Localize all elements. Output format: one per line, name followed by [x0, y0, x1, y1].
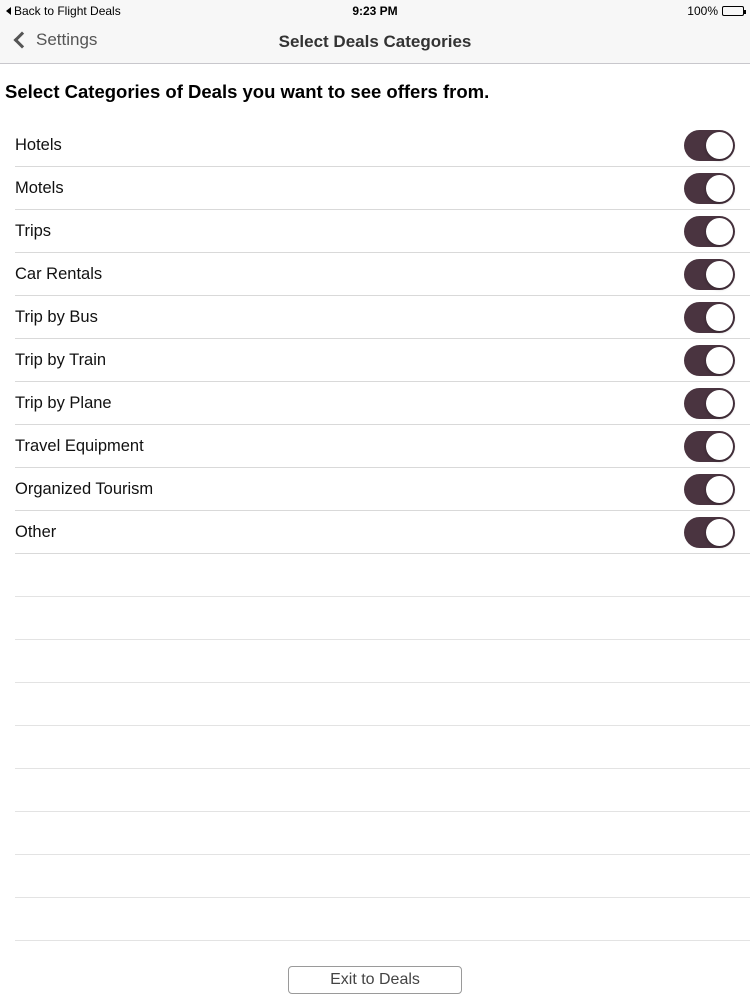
category-row: Other: [15, 511, 750, 554]
category-label: Trips: [15, 221, 52, 240]
page-title: Select Deals Categories: [278, 32, 472, 51]
empty-row: [15, 640, 750, 683]
empty-row: [15, 683, 750, 726]
exit-to-deals-button[interactable]: Exit to Deals: [288, 966, 462, 994]
category-toggle-travel-equipment[interactable]: [684, 430, 735, 462]
category-toggle-motels[interactable]: [684, 172, 735, 204]
category-row: Motels: [15, 167, 750, 210]
category-label: Motels: [15, 178, 64, 197]
category-label: Organized Tourism: [15, 479, 154, 498]
category-toggle-trip-by-bus[interactable]: [684, 301, 735, 333]
toggle-knob: [706, 260, 733, 288]
status-battery: 100%: [687, 4, 746, 18]
category-toggle-trips[interactable]: [684, 215, 735, 247]
category-label: Trip by Plane: [15, 393, 112, 412]
battery-percentage: 100%: [687, 4, 718, 18]
toggle-knob: [706, 174, 733, 202]
toggle-knob: [706, 389, 733, 417]
toggle-knob: [706, 217, 733, 245]
toggle-knob: [706, 518, 733, 546]
category-toggle-car-rentals[interactable]: [684, 258, 735, 290]
toggle-knob: [706, 131, 733, 159]
categories-list: Hotels Motels Trips Car Rentals Trip by …: [15, 124, 750, 941]
category-toggle-organized-tourism[interactable]: [684, 473, 735, 505]
category-label: Hotels: [15, 135, 62, 154]
status-bar: Back to Flight Deals 9:23 PM 100%: [0, 0, 750, 22]
empty-row: [15, 554, 750, 597]
empty-row: [15, 597, 750, 640]
empty-row: [15, 812, 750, 855]
category-row: Trip by Bus: [15, 296, 750, 339]
status-time: 9:23 PM: [352, 4, 398, 18]
category-row: Organized Tourism: [15, 468, 750, 511]
toggle-knob: [706, 475, 733, 503]
navigation-bar: Settings Select Deals Categories: [0, 22, 750, 64]
empty-row: [15, 726, 750, 769]
toggle-knob: [706, 432, 733, 460]
category-row: Trip by Plane: [15, 382, 750, 425]
category-row: Hotels: [15, 124, 750, 167]
toggle-knob: [706, 303, 733, 331]
category-toggle-hotels[interactable]: [684, 129, 735, 161]
category-label: Other: [15, 522, 57, 541]
category-toggle-trip-by-train[interactable]: [684, 344, 735, 376]
category-row: Travel Equipment: [15, 425, 750, 468]
category-label: Trip by Train: [15, 350, 107, 369]
instructions-heading: Select Categories of Deals you want to s…: [5, 81, 490, 102]
empty-row: [15, 769, 750, 812]
category-label: Travel Equipment: [15, 436, 144, 455]
category-row: Trip by Train: [15, 339, 750, 382]
category-label: Trip by Bus: [15, 307, 98, 326]
empty-row: [15, 898, 750, 941]
category-toggle-other[interactable]: [684, 516, 735, 548]
category-toggle-trip-by-plane[interactable]: [684, 387, 735, 419]
category-label: Car Rentals: [15, 264, 103, 283]
category-row: Car Rentals: [15, 253, 750, 296]
empty-row: [15, 855, 750, 898]
toggle-knob: [706, 346, 733, 374]
battery-icon: [722, 6, 746, 16]
category-row: Trips: [15, 210, 750, 253]
